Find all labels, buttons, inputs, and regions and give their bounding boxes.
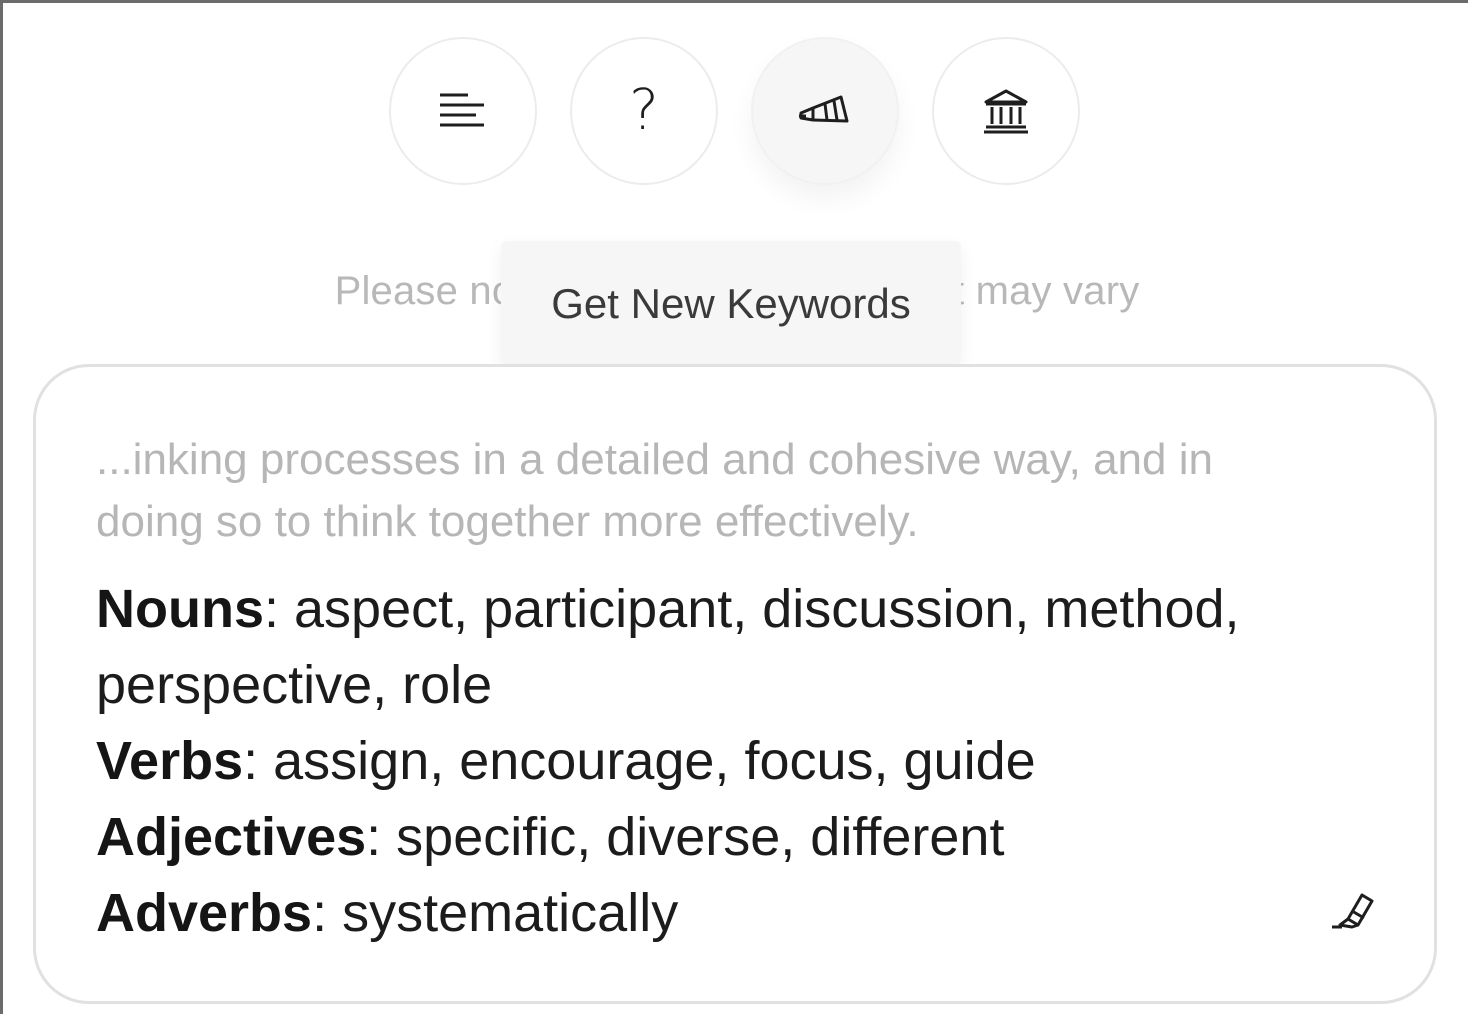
keyword-list: Nouns: aspect, participant, discussion, … (96, 571, 1356, 951)
context-excerpt: ...inking processes in a detailed and co… (96, 435, 1213, 546)
help-icon: ? (629, 78, 659, 143)
keyword-row-adjectives: Adjectives: specific, diverse, different (96, 799, 1356, 875)
tooltip: Get New Keywords (501, 241, 961, 365)
app-frame: ? Please may vary Get New Keywords ...in… (0, 0, 1468, 1014)
highlighter-icon (1328, 889, 1376, 934)
highlight-button[interactable] (1326, 885, 1378, 937)
help-button[interactable]: ? (570, 37, 718, 185)
keyword-separator: : (264, 579, 280, 639)
keyword-separator: : (366, 807, 382, 867)
keyword-label: Adjectives (96, 807, 367, 867)
institution-icon (982, 88, 1030, 134)
keyword-words: systematically (327, 883, 679, 943)
megaphone-icon (797, 91, 853, 131)
keyword-label: Adverbs (96, 883, 313, 943)
keyword-row-verbs: Verbs: assign, encourage, focus, guide (96, 723, 1356, 799)
toolbar: ? (3, 37, 1468, 189)
keyword-separator: : (312, 883, 328, 943)
institution-button[interactable] (932, 37, 1080, 185)
get-new-keywords-button[interactable] (751, 37, 899, 185)
keyword-row-nouns: Nouns: aspect, participant, discussion, … (96, 571, 1356, 723)
text-lines-icon (438, 91, 488, 131)
tooltip-text: Get New Keywords (551, 280, 911, 327)
keyword-separator: : (243, 731, 259, 791)
keyword-row-adverbs: Adverbs: systematically (96, 875, 1356, 951)
keyword-label: Nouns (96, 579, 264, 639)
keyword-label: Verbs (96, 731, 244, 791)
text-lines-button[interactable] (389, 37, 537, 185)
keyword-words: assign, encourage, focus, guide (258, 731, 1036, 791)
keyword-words: specific, diverse, different (381, 807, 1005, 867)
keywords-card: ...inking processes in a detailed and co… (33, 364, 1437, 1004)
